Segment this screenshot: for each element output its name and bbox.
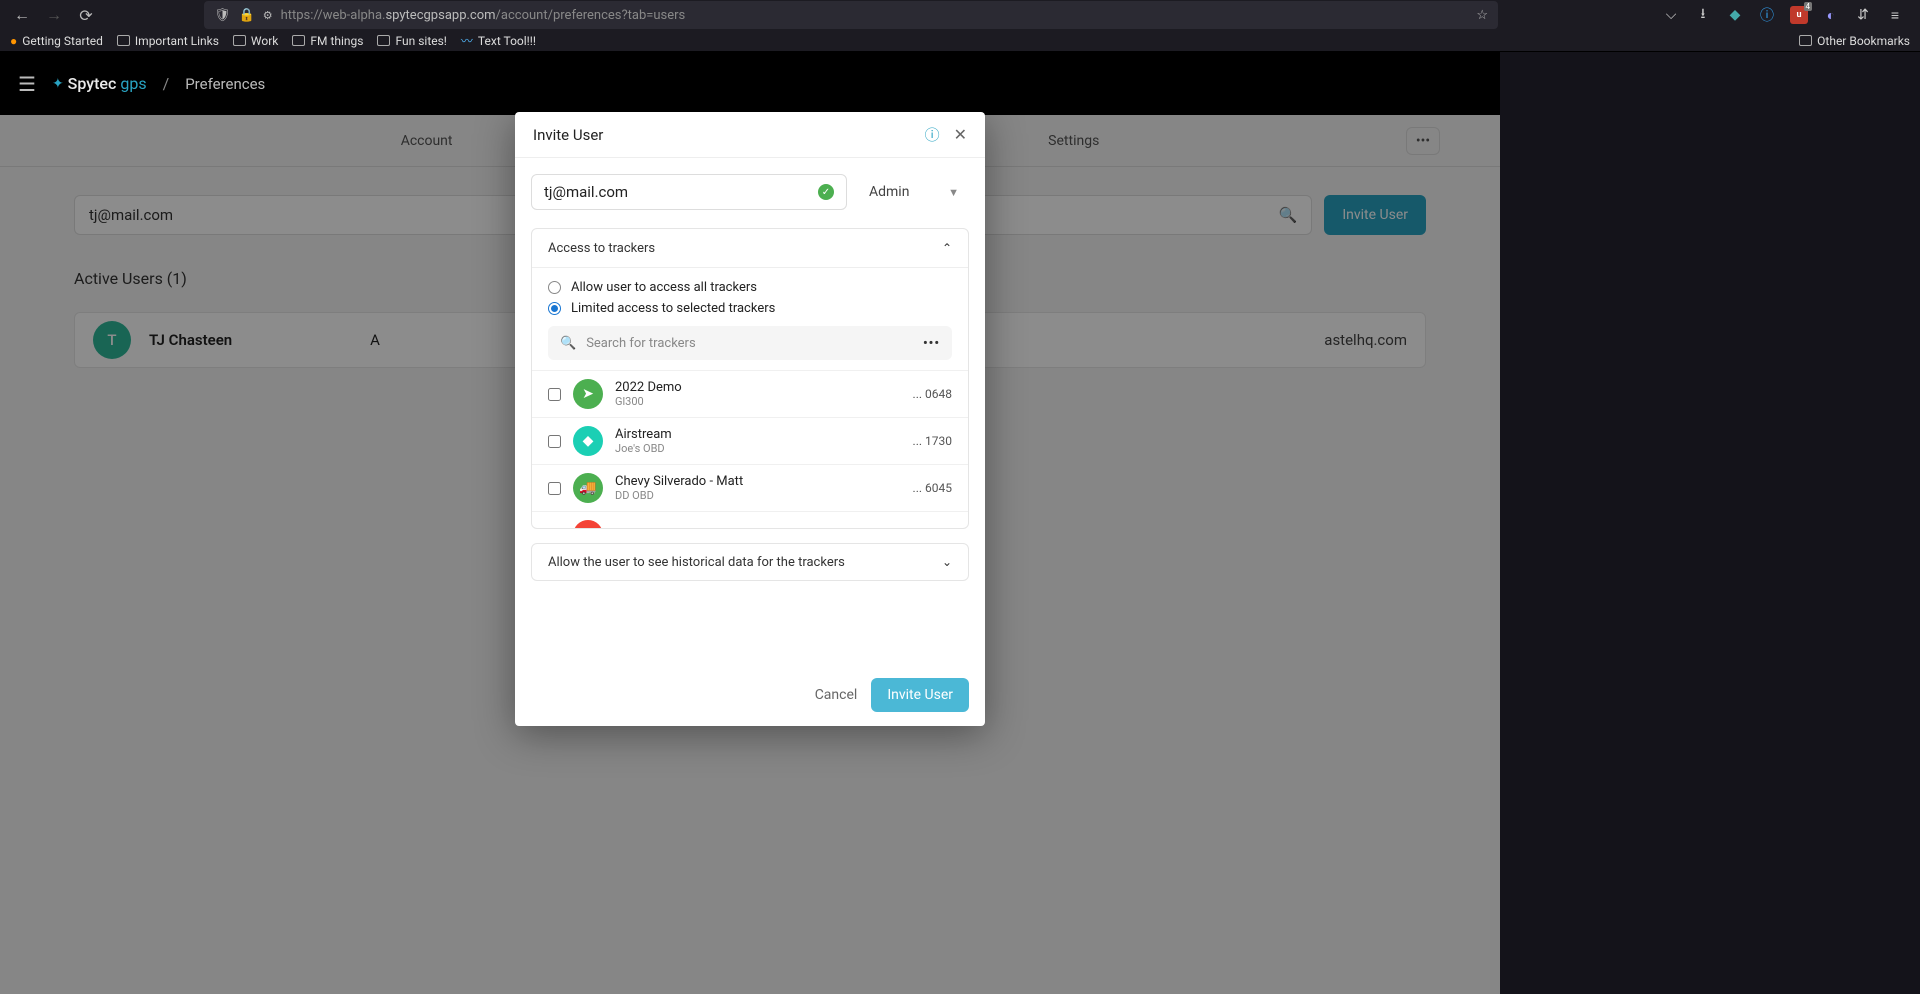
tracker-icon: ➤ (573, 379, 603, 409)
bookmark-fun-sites[interactable]: Fun sites! (377, 34, 446, 48)
menu-button[interactable]: ☰ (18, 72, 36, 96)
folder-icon (233, 35, 246, 46)
check-icon: ✓ (818, 184, 834, 200)
chevron-down-icon: ▼ (948, 186, 959, 199)
radio-limited-label: Limited access to selected trackers (571, 301, 775, 316)
radio-icon-selected (548, 302, 561, 315)
tracker-name: Ford F150 - Dana (615, 528, 713, 529)
tracker-search-input[interactable]: 🔍 Search for trackers ••• (548, 326, 952, 360)
email-input[interactable]: tj@mail.com ✓ (531, 174, 847, 210)
brand-text-1: Spytec (68, 74, 117, 93)
extension-icon-2[interactable]: ⓘ (1758, 6, 1776, 24)
bookmark-star-icon[interactable]: ☆ (1476, 8, 1488, 23)
tracker-subtitle: DD OBD (615, 489, 743, 502)
back-button[interactable]: ← (8, 1, 36, 29)
breadcrumb: Preferences (185, 75, 265, 93)
tracker-row[interactable]: ◆ AirstreamJoe's OBD ... 1730 (532, 418, 968, 465)
tracker-name: 2022 Demo (615, 380, 682, 395)
breadcrumb-separator: / (163, 74, 170, 93)
tracker-id: ... 6045 (913, 481, 952, 495)
shield-icon: 🛡 (214, 8, 231, 23)
tracker-list[interactable]: ➤ 2022 DemoGl300 ... 0648 ◆ AirstreamJoe's O… (532, 370, 968, 528)
email-value: tj@mail.com (544, 183, 628, 201)
invite-button[interactable]: Invite User (871, 678, 969, 712)
pocket-icon[interactable]: ⌵ (1662, 6, 1680, 24)
side-panel (1500, 52, 1920, 994)
address-bar[interactable]: 🛡 🔒 ⚙ https://web-alpha.spytecgpsapp.com… (204, 1, 1498, 29)
access-panel: Access to trackers ⌃ Allow user to acces… (531, 228, 969, 529)
toolbar-right: ⌵ ⭳ ◆ ⓘ u4 ◐ ⇵ ≡ (1662, 6, 1912, 24)
invite-user-modal: Invite User ⓘ ✕ tj@mail.com ✓ Admin ▼ Ac… (515, 112, 985, 726)
reload-button[interactable]: ⟳ (72, 1, 100, 29)
tracker-row[interactable]: 🚚 Chevy Silverado - MattDD OBD ... 6045 (532, 465, 968, 512)
historical-label: Allow the user to see historical data fo… (548, 555, 845, 570)
search-icon: 🔍 (560, 336, 576, 351)
bookmark-important-links[interactable]: Important Links (117, 34, 219, 48)
role-dropdown[interactable]: Admin ▼ (859, 174, 969, 210)
bookmark-getting-started[interactable]: ●Getting Started (10, 34, 103, 48)
role-value: Admin (869, 184, 909, 200)
tracker-search-more[interactable]: ••• (923, 336, 940, 351)
tracker-row[interactable]: 🚗 Ford F150 - Dana (532, 512, 968, 528)
radio-all-trackers[interactable]: Allow user to access all trackers (548, 280, 952, 295)
folder-icon (377, 35, 390, 46)
chevron-up-icon: ⌃ (942, 241, 952, 255)
extension-icon-3[interactable]: ◐ (1822, 6, 1840, 24)
folder-icon (1799, 35, 1812, 46)
url-text: https://web-alpha.spytecgpsapp.com/accou… (281, 8, 1469, 23)
modal-help-icon[interactable]: ⓘ (925, 124, 940, 145)
tracker-row[interactable]: ➤ 2022 DemoGl300 ... 0648 (532, 371, 968, 418)
tracker-icon: ◆ (573, 426, 603, 456)
tracker-checkbox[interactable] (548, 435, 561, 448)
folder-icon (117, 35, 130, 46)
brand-text-2: gps (120, 74, 146, 93)
chevron-down-icon: ⌄ (942, 555, 952, 569)
tracker-search-placeholder: Search for trackers (586, 336, 695, 351)
radio-limited-trackers[interactable]: Limited access to selected trackers (548, 301, 952, 316)
ublock-icon[interactable]: u4 (1790, 6, 1808, 24)
access-panel-title: Access to trackers (548, 241, 655, 256)
extension-icon-1[interactable]: ◆ (1726, 6, 1744, 24)
permissions-icon: ⚙ (263, 9, 273, 22)
tracker-checkbox[interactable] (548, 482, 561, 495)
downloads-icon[interactable]: ⭳ (1694, 6, 1712, 24)
access-panel-header[interactable]: Access to trackers ⌃ (532, 229, 968, 267)
tracker-id: ... 0648 (913, 387, 952, 401)
browser-nav-bar: ← → ⟳ 🛡 🔒 ⚙ https://web-alpha.spytecgpsa… (0, 0, 1920, 30)
modal-footer: Cancel Invite User (515, 664, 985, 726)
logo[interactable]: ✦ Spytecgps (52, 74, 147, 93)
bookmarks-bar: ●Getting Started Important Links Work FM… (0, 30, 1920, 52)
bookmark-work[interactable]: Work (233, 34, 278, 48)
tracker-name: Chevy Silverado - Matt (615, 474, 743, 489)
modal-header: Invite User ⓘ ✕ (515, 112, 985, 158)
modal-close-button[interactable]: ✕ (954, 125, 967, 144)
tracker-name: Airstream (615, 427, 672, 442)
extension-icon-4[interactable]: ⇵ (1854, 6, 1872, 24)
folder-icon (292, 35, 305, 46)
lock-icon: 🔒 (239, 8, 255, 23)
tracker-checkbox[interactable] (548, 388, 561, 401)
historical-panel[interactable]: Allow the user to see historical data fo… (531, 543, 969, 581)
other-bookmarks[interactable]: Other Bookmarks (1799, 34, 1910, 48)
tracker-subtitle: Joe's OBD (615, 442, 672, 455)
menu-icon[interactable]: ≡ (1886, 6, 1904, 24)
logo-icon: ✦ (52, 76, 64, 92)
radio-icon (548, 281, 561, 294)
tracker-icon: 🚚 (573, 473, 603, 503)
radio-all-label: Allow user to access all trackers (571, 280, 757, 295)
tracker-id: ... 1730 (913, 434, 952, 448)
tracker-subtitle: Gl300 (615, 395, 682, 408)
modal-title: Invite User (533, 126, 925, 144)
bookmark-fm-things[interactable]: FM things (292, 34, 363, 48)
bookmark-text-tool[interactable]: 〰Text Tool!!! (461, 32, 536, 49)
tracker-icon: 🚗 (573, 520, 603, 528)
forward-button[interactable]: → (40, 1, 68, 29)
cancel-button[interactable]: Cancel (815, 687, 858, 703)
